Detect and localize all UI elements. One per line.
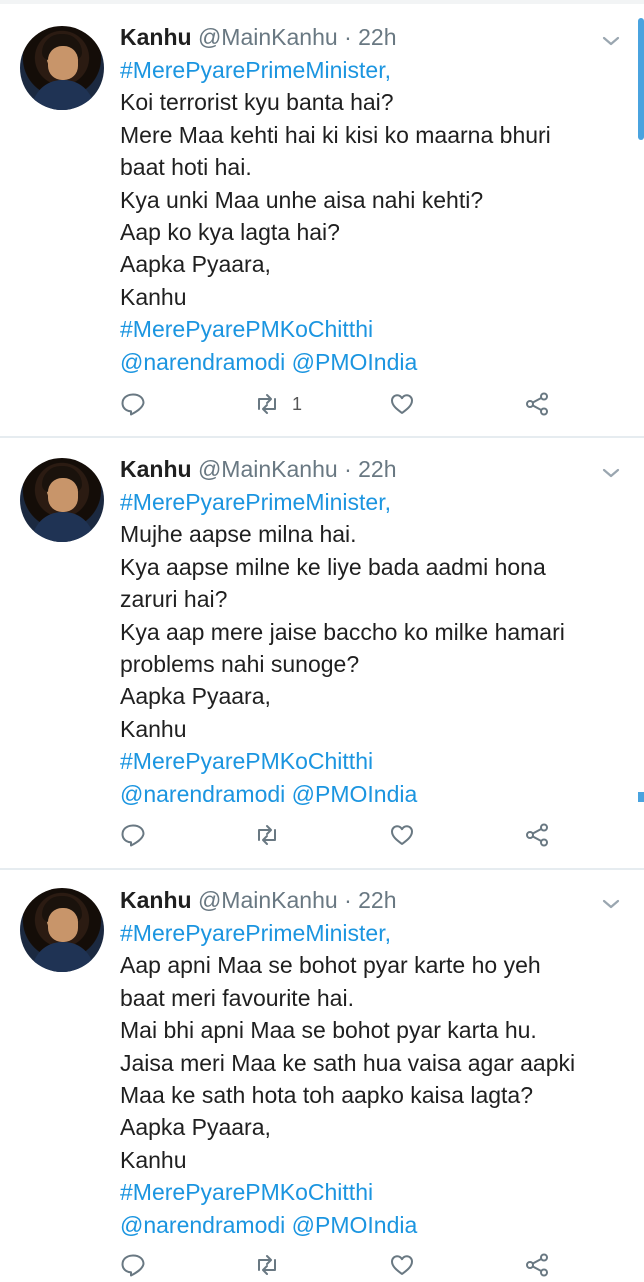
timestamp[interactable]: 22h (358, 24, 396, 50)
tweet-card[interactable]: Kanhu @MainKanhu · 22h #MerePyarePrimeMi… (0, 438, 644, 868)
avatar[interactable] (20, 458, 104, 542)
separator-dot: · (344, 887, 352, 913)
retweet-icon (258, 1255, 276, 1275)
separator-dot: · (344, 456, 352, 482)
text-line: Mai bhi apni Maa se bohot pyar karta hu. (120, 1017, 537, 1044)
retweet-button[interactable]: 1 (254, 391, 302, 417)
like-button[interactable] (389, 391, 415, 417)
reply-button[interactable] (120, 822, 146, 848)
tweet-actions (120, 1252, 560, 1282)
text-line: baat meri favourite hai. (120, 984, 354, 1011)
text-line: Aap apni Maa se bohot pyar karte ho yeh (120, 952, 541, 979)
author-name[interactable]: Kanhu (120, 887, 192, 913)
separator-dot: · (344, 24, 352, 50)
avatar[interactable] (20, 888, 104, 972)
text-line: Mere Maa kehti hai ki kisi ko maarna bhu… (120, 121, 551, 148)
hashtag-link[interactable]: #MerePyarePrimeMinister, (120, 917, 630, 949)
retweet-button[interactable] (254, 1252, 292, 1278)
mention-links[interactable]: @narendramodi @PMOIndia (120, 778, 630, 810)
chevron-down-icon[interactable] (600, 893, 622, 915)
text-line: Kya unki Maa unhe aisa nahi kehti? (120, 186, 484, 213)
text-line: problems nahi sunoge? (120, 651, 360, 678)
share-button[interactable] (524, 391, 550, 417)
tweet-card[interactable]: Kanhu @MainKanhu · 22h #MerePyarePrimeMi… (0, 870, 644, 1280)
tweet-text: #MerePyarePrimeMinister, Koi terrorist k… (120, 54, 630, 378)
text-line: Kanhu (120, 715, 187, 742)
retweet-icon (258, 825, 276, 845)
text-line: zaruri hai? (120, 586, 228, 613)
tweet-text: #MerePyarePrimeMinister, Aap apni Maa se… (120, 917, 630, 1241)
heart-icon (391, 825, 413, 845)
retweet-icon (258, 394, 276, 414)
tweet-actions (120, 822, 560, 852)
author-handle[interactable]: @MainKanhu (198, 456, 338, 482)
reply-icon (121, 824, 145, 847)
like-button[interactable] (389, 822, 415, 848)
reply-button[interactable] (120, 391, 146, 417)
text-line: Kya aap mere jaise baccho ko milke hamar… (120, 618, 565, 645)
author-handle[interactable]: @MainKanhu (198, 24, 338, 50)
hashtag-link[interactable]: #MerePyarePrimeMinister, (120, 486, 630, 518)
tweet-actions: 1 (120, 391, 560, 421)
author-name[interactable]: Kanhu (120, 456, 192, 482)
text-line: Maa ke sath hota toh aapko kaisa lagta? (120, 1082, 534, 1109)
tweet-text: #MerePyarePrimeMinister, Mujhe aapse mil… (120, 486, 630, 810)
timestamp[interactable]: 22h (358, 887, 396, 913)
retweet-button[interactable] (254, 822, 292, 848)
heart-icon (391, 1255, 413, 1275)
tweet-card[interactable]: Kanhu @MainKanhu · 22h #MerePyarePrimeMi… (0, 0, 644, 436)
tweet-header: Kanhu @MainKanhu · 22h (120, 454, 397, 484)
hashtag-link[interactable]: #MerePyarePrimeMinister, (120, 54, 630, 86)
retweet-count: 1 (292, 393, 303, 414)
timestamp[interactable]: 22h (358, 456, 396, 482)
author-name[interactable]: Kanhu (120, 24, 192, 50)
reply-button[interactable] (120, 1252, 146, 1278)
text-line: Aap ko kya lagta hai? (120, 219, 340, 246)
text-line: Jaisa meri Maa ke sath hua vaisa agar aa… (120, 1049, 576, 1076)
tweet-header: Kanhu @MainKanhu · 22h (120, 885, 397, 915)
share-button[interactable] (524, 822, 550, 848)
hashtag-link[interactable]: #MerePyarePMKoChitthi (120, 1176, 630, 1208)
mention-links[interactable]: @narendramodi @PMOIndia (120, 346, 630, 378)
text-line: Aapka Pyaara, (120, 1114, 271, 1141)
avatar[interactable] (20, 26, 104, 110)
text-line: Koi terrorist kyu banta hai? (120, 89, 394, 116)
hashtag-link[interactable]: #MerePyarePMKoChitthi (120, 313, 630, 345)
text-line: baat hoti hai. (120, 154, 252, 181)
tweet-header: Kanhu @MainKanhu · 22h (120, 22, 397, 52)
reply-icon (121, 1254, 145, 1277)
text-line: Kanhu (120, 283, 187, 310)
share-icon (526, 823, 548, 847)
text-line: Kya aapse milne ke liye bada aadmi hona (120, 553, 546, 580)
text-line: Kanhu (120, 1146, 187, 1173)
share-icon (526, 1253, 548, 1277)
like-button[interactable] (389, 1252, 415, 1278)
share-button[interactable] (524, 1252, 550, 1278)
chevron-down-icon[interactable] (600, 30, 622, 52)
share-icon (526, 392, 548, 416)
mention-links[interactable]: @narendramodi @PMOIndia (120, 1209, 630, 1241)
heart-icon (391, 394, 413, 414)
text-line: Mujhe aapse milna hai. (120, 521, 357, 548)
text-line: Aapka Pyaara, (120, 683, 271, 710)
author-handle[interactable]: @MainKanhu (198, 887, 338, 913)
reply-icon (121, 393, 145, 416)
hashtag-link[interactable]: #MerePyarePMKoChitthi (120, 745, 630, 777)
text-line: Aapka Pyaara, (120, 251, 271, 278)
chevron-down-icon[interactable] (600, 462, 622, 484)
